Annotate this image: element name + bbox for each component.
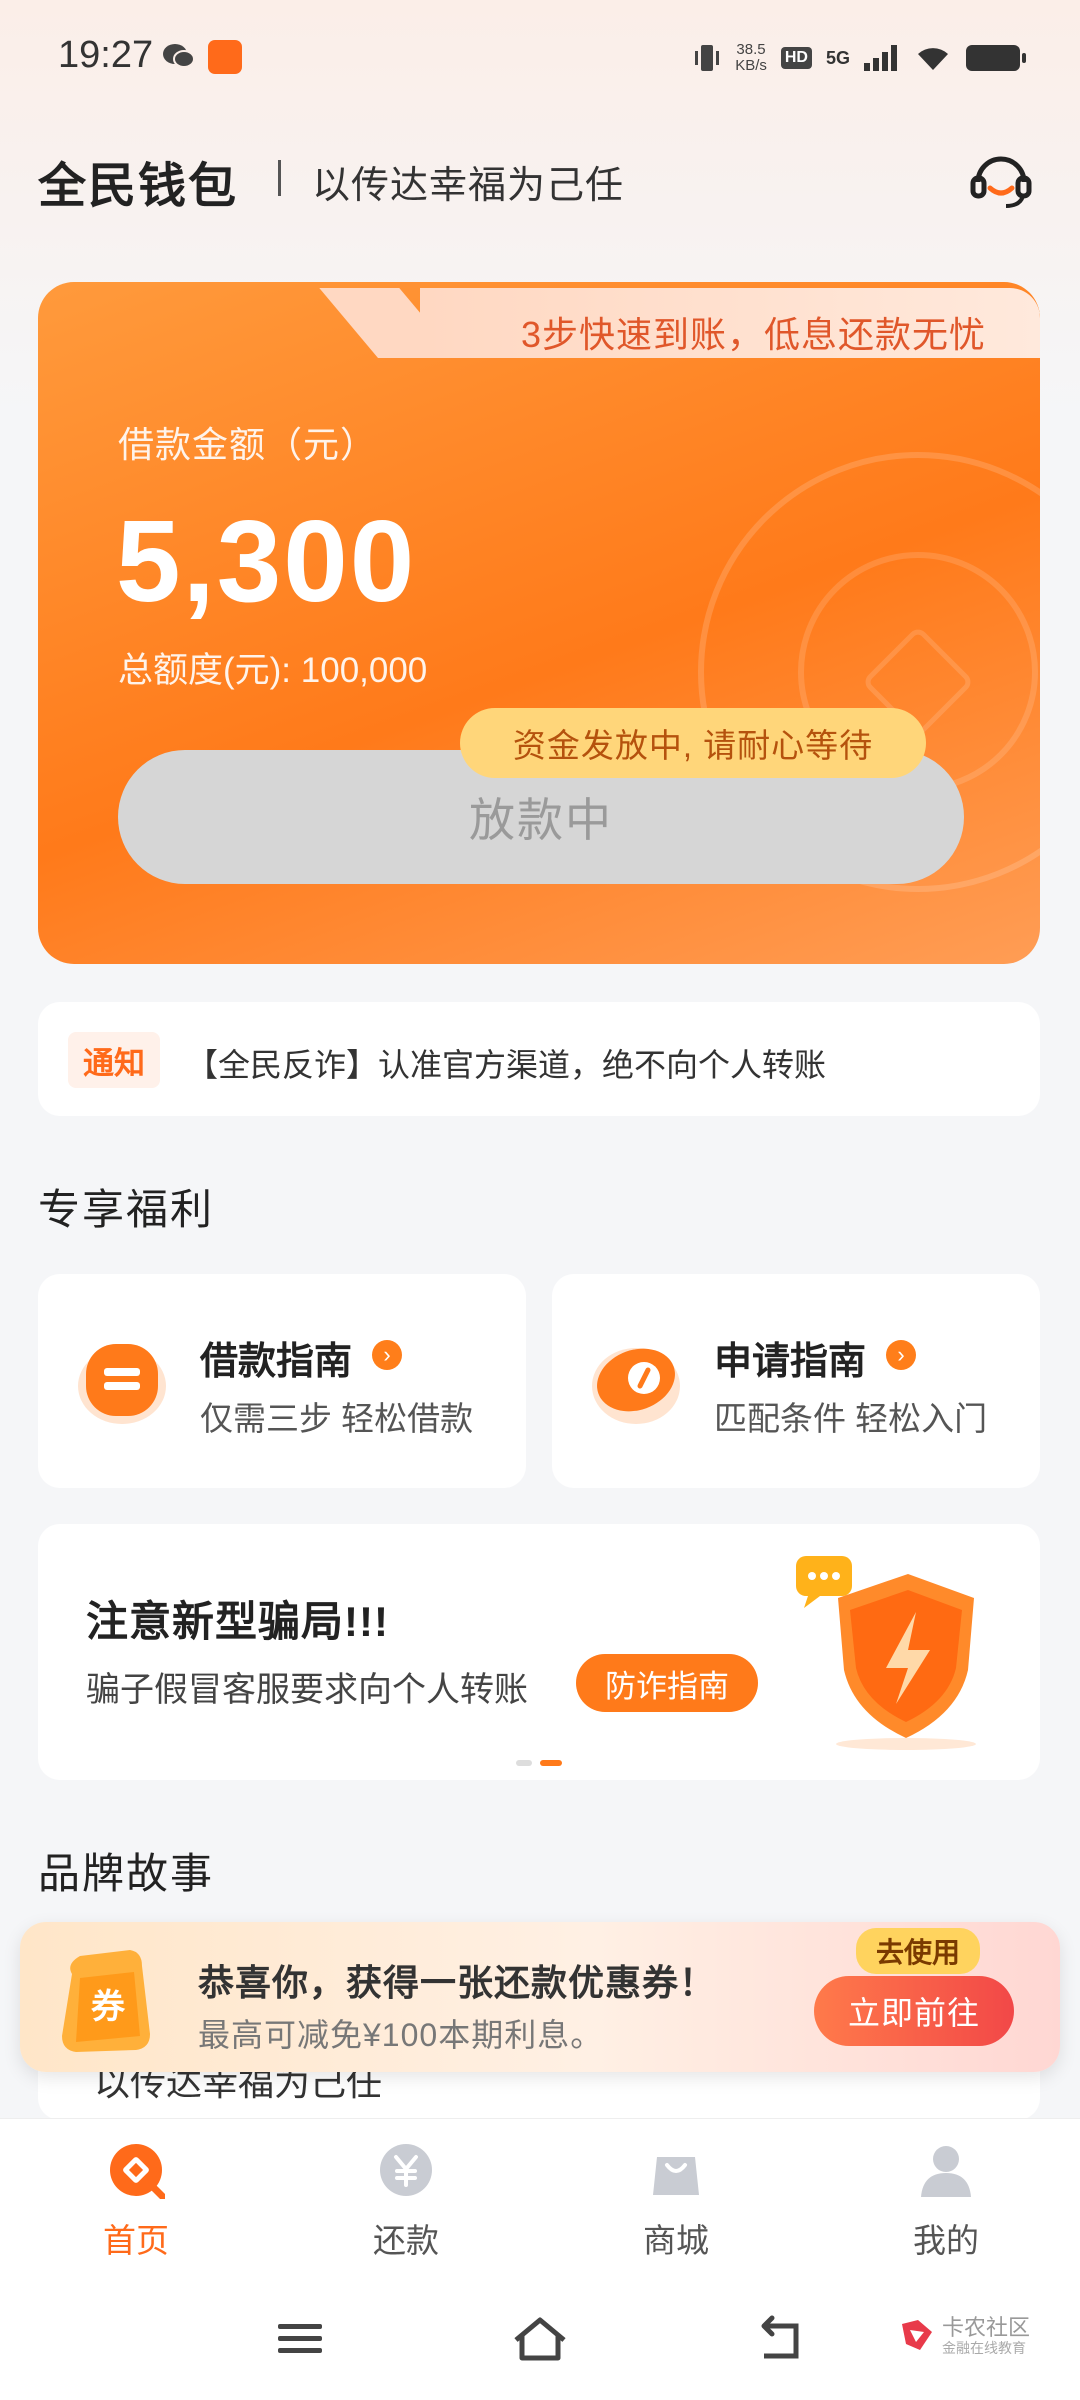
status-bar: 19:27 38.5 KB/s HD 5G <box>0 0 1080 110</box>
notice-bar[interactable]: 通知 【全民反诈】认准官方渠道，绝不向个人转账 <box>38 1002 1040 1116</box>
nav-label: 商城 <box>643 2222 709 2259</box>
coupon-popup[interactable]: 券 恭喜你，获得一张还款优惠券！ 最高可减免¥100本期利息。 立即前往 去使用 <box>20 1922 1060 2072</box>
loan-amount: 5,300 <box>116 496 417 626</box>
benefit-desc: 匹配条件 轻松入门 <box>714 1400 988 1437</box>
loan-guide-icon <box>78 1344 166 1424</box>
system-nav-bar: 卡农社区 金融在线教育 <box>0 2274 1080 2400</box>
network-speed: 38.5 KB/s <box>735 42 767 74</box>
home-icon <box>110 2144 167 2201</box>
status-time: 19:27 <box>58 34 154 76</box>
benefit-title: 借款指南 <box>200 1341 353 1383</box>
yuan-icon <box>380 2144 432 2196</box>
signal-icon <box>864 45 897 71</box>
carousel-dot-active <box>540 1760 562 1766</box>
anti-fraud-guide-button[interactable]: 防诈指南 <box>576 1654 758 1712</box>
fraud-desc: 骗子假冒客服要求向个人转账 <box>86 1671 528 1709</box>
watermark-subtext: 金融在线教育 <box>942 2340 1026 2356</box>
total-quota: 总额度(元): 100,000 <box>118 651 428 690</box>
watermark: 卡农社区 金融在线教育 <box>898 2310 1058 2366</box>
home-nav-icon[interactable] <box>510 2314 570 2364</box>
nav-label: 我的 <box>913 2222 979 2259</box>
compass-icon <box>592 1348 680 1424</box>
disbursing-tip: 资金发放中, 请耐心等待 <box>460 708 926 778</box>
benefit-card-loan-guide[interactable]: 借款指南 › 仅需三步 轻松借款 <box>38 1274 526 1488</box>
nav-label: 还款 <box>373 2222 439 2259</box>
anti-fraud-banner[interactable]: 注意新型骗局!!! 骗子假冒客服要求向个人转账 防诈指南 <box>38 1524 1040 1780</box>
menu-icon[interactable] <box>270 2314 330 2364</box>
wechat-icon <box>163 44 195 68</box>
status-right-group: 38.5 KB/s HD 5G <box>693 38 1026 78</box>
carousel-indicator <box>516 1760 562 1766</box>
notice-text: 【全民反诈】认准官方渠道，绝不向个人转账 <box>186 1047 827 1083</box>
notice-tag: 通知 <box>68 1032 160 1088</box>
customer-service-icon[interactable] <box>968 146 1034 212</box>
chevron-right-icon: › <box>886 1340 916 1370</box>
app-title: 全民钱包 <box>38 160 239 213</box>
coupon-icon-text: 券 <box>91 1987 126 2027</box>
network-type: 5G <box>825 47 850 68</box>
benefit-title: 申请指南 <box>714 1341 867 1383</box>
battery-icon <box>966 45 1026 71</box>
wifi-icon <box>918 48 948 70</box>
card-tab-text: 3步快速到账，低息还款无忧 <box>520 314 986 355</box>
fraud-title: 注意新型骗局!!! <box>86 1598 389 1645</box>
benefit-card-apply-guide[interactable]: 申请指南 › 匹配条件 轻松入门 <box>552 1274 1040 1488</box>
app-slogan: 以传达幸福为己任 <box>312 165 625 207</box>
hd-badge: HD <box>780 47 812 69</box>
brand-story-section-title: 品牌故事 <box>38 1850 215 1897</box>
nav-label: 首页 <box>103 2222 169 2259</box>
coupon-use-badge: 去使用 <box>856 1928 980 1974</box>
benefit-desc: 仅需三步 轻松借款 <box>200 1400 474 1437</box>
coupon-title: 恭喜你，获得一张还款优惠券！ <box>198 1962 717 2003</box>
coupon-desc: 最高可减免¥100本期利息。 <box>198 2017 604 2053</box>
nav-item-repay[interactable]: 还款 <box>336 2141 476 2261</box>
carousel-dot <box>516 1760 532 1766</box>
network-speed-value: 38.5 <box>736 41 766 58</box>
back-icon[interactable] <box>750 2314 810 2364</box>
benefits-section-title: 专享福利 <box>38 1186 215 1233</box>
vibrate-icon <box>695 45 720 71</box>
nav-item-mall[interactable]: 商城 <box>606 2141 746 2261</box>
shield-lightning-icon <box>796 1556 976 1750</box>
nav-item-mine[interactable]: 我的 <box>876 2141 1016 2261</box>
shopping-bag-icon <box>653 2157 699 2195</box>
user-icon <box>921 2146 971 2197</box>
watermark-logo-icon <box>902 2320 932 2350</box>
nav-item-home[interactable]: 首页 <box>66 2141 206 2261</box>
bottom-nav: 首页 还款 商城 我的 <box>0 2118 1080 2274</box>
chevron-right-icon: › <box>372 1340 402 1370</box>
coupon-go-button[interactable]: 立即前往 <box>814 1976 1014 2046</box>
network-speed-unit: KB/s <box>735 57 767 74</box>
app-notification-icon <box>208 40 242 74</box>
coupon-icon: 券 <box>62 1950 150 2052</box>
loan-amount-label: 借款金额（元） <box>118 424 378 465</box>
loan-card: 3步快速到账，低息还款无忧 借款金额（元） 5,300 总额度(元): 100,… <box>38 282 1040 964</box>
title-divider <box>278 160 281 196</box>
